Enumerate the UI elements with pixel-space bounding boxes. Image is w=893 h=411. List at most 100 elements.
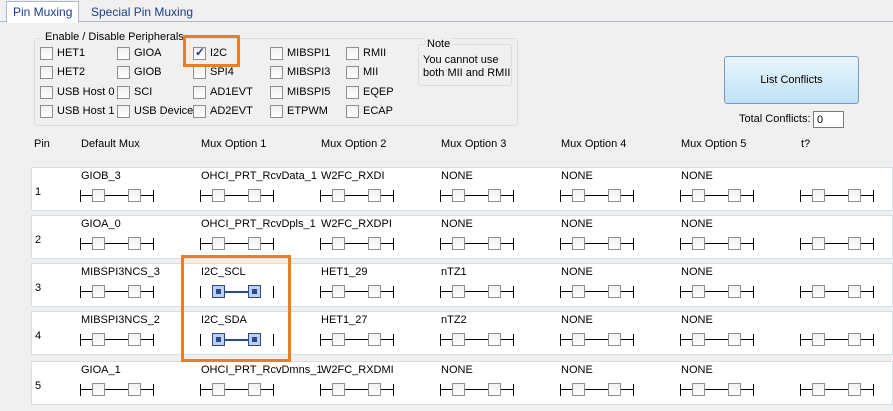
checkbox-usb-host-1[interactable]: USB Host 1 — [40, 103, 114, 119]
switch-checkbox-left[interactable] — [452, 333, 465, 346]
checkbox-sci[interactable]: SCI — [117, 84, 152, 100]
checkbox-box[interactable] — [193, 104, 206, 118]
switch-checkbox-right[interactable] — [608, 285, 621, 298]
switch-checkbox-left[interactable] — [332, 237, 345, 250]
switch-checkbox-right[interactable] — [848, 285, 861, 298]
checkbox-box[interactable] — [40, 46, 53, 60]
switch-checkbox-right[interactable] — [608, 189, 621, 202]
switch-checkbox-left[interactable] — [572, 237, 585, 250]
mux-switch[interactable] — [800, 332, 874, 348]
switch-checkbox-right[interactable] — [248, 333, 261, 346]
mux-switch[interactable] — [440, 188, 514, 204]
mux-switch[interactable] — [320, 382, 394, 398]
checkbox-box[interactable] — [117, 46, 130, 60]
switch-checkbox-left[interactable] — [692, 333, 705, 346]
switch-checkbox-right[interactable] — [128, 333, 141, 346]
switch-checkbox-left[interactable] — [332, 189, 345, 202]
mux-switch[interactable] — [80, 188, 154, 204]
switch-checkbox-right[interactable] — [848, 333, 861, 346]
mux-switch[interactable] — [200, 188, 274, 204]
checkbox-box[interactable] — [270, 104, 283, 118]
tab-special-pin-muxing[interactable]: Special Pin Muxing — [84, 1, 200, 22]
mux-switch[interactable] — [680, 284, 754, 300]
checkbox-i2c[interactable]: I2C — [193, 45, 227, 61]
switch-checkbox-right[interactable] — [368, 333, 381, 346]
switch-checkbox-left[interactable] — [692, 383, 705, 396]
mux-switch[interactable] — [320, 188, 394, 204]
switch-checkbox-left[interactable] — [572, 383, 585, 396]
mux-switch[interactable] — [440, 284, 514, 300]
checkbox-box[interactable] — [40, 104, 53, 118]
checkbox-box[interactable] — [117, 85, 130, 99]
mux-switch[interactable] — [200, 236, 274, 252]
mux-switch[interactable] — [320, 236, 394, 252]
switch-checkbox-left[interactable] — [572, 285, 585, 298]
checkbox-eqep[interactable]: EQEP — [346, 84, 394, 100]
mux-switch[interactable] — [80, 332, 154, 348]
switch-checkbox-left[interactable] — [452, 383, 465, 396]
checkbox-mibspi5[interactable]: MIBSPI5 — [270, 84, 330, 100]
mux-switch[interactable] — [80, 382, 154, 398]
checkbox-het2[interactable]: HET2 — [40, 64, 85, 80]
mux-switch[interactable] — [800, 188, 874, 204]
mux-switch[interactable] — [800, 284, 874, 300]
switch-checkbox-right[interactable] — [728, 383, 741, 396]
switch-checkbox-left[interactable] — [812, 189, 825, 202]
switch-checkbox-right[interactable] — [128, 237, 141, 250]
switch-checkbox-right[interactable] — [488, 383, 501, 396]
checkbox-usb-host-0[interactable]: USB Host 0 — [40, 84, 114, 100]
mux-switch[interactable] — [560, 332, 634, 348]
switch-checkbox-right[interactable] — [368, 383, 381, 396]
checkbox-mii[interactable]: MII — [346, 64, 378, 80]
mux-switch[interactable] — [440, 236, 514, 252]
switch-checkbox-right[interactable] — [368, 189, 381, 202]
switch-checkbox-left[interactable] — [572, 189, 585, 202]
switch-checkbox-left[interactable] — [452, 189, 465, 202]
switch-checkbox-left[interactable] — [92, 189, 105, 202]
switch-checkbox-left[interactable] — [212, 189, 225, 202]
checkbox-box[interactable] — [270, 46, 283, 60]
switch-checkbox-left[interactable] — [212, 333, 225, 346]
checkbox-giob[interactable]: GIOB — [117, 64, 162, 80]
switch-checkbox-right[interactable] — [608, 237, 621, 250]
checkbox-ad1evt[interactable]: AD1EVT — [193, 84, 253, 100]
switch-checkbox-left[interactable] — [692, 189, 705, 202]
tab-pin-muxing[interactable]: Pin Muxing — [6, 1, 80, 23]
switch-checkbox-left[interactable] — [92, 383, 105, 396]
mux-switch[interactable] — [560, 382, 634, 398]
switch-checkbox-right[interactable] — [728, 333, 741, 346]
mux-switch[interactable] — [440, 382, 514, 398]
switch-checkbox-left[interactable] — [92, 285, 105, 298]
switch-checkbox-right[interactable] — [488, 237, 501, 250]
switch-checkbox-left[interactable] — [812, 383, 825, 396]
switch-checkbox-right[interactable] — [248, 189, 261, 202]
checkbox-box[interactable] — [193, 85, 206, 99]
switch-checkbox-right[interactable] — [848, 237, 861, 250]
mux-switch[interactable] — [80, 284, 154, 300]
checkbox-box[interactable] — [40, 65, 53, 79]
mux-switch[interactable] — [800, 382, 874, 398]
checkbox-box[interactable] — [346, 46, 359, 60]
checkbox-mibspi3[interactable]: MIBSPI3 — [270, 64, 330, 80]
checkbox-box[interactable] — [270, 65, 283, 79]
switch-checkbox-right[interactable] — [128, 383, 141, 396]
list-conflicts-button[interactable]: List Conflicts — [724, 56, 859, 104]
switch-checkbox-right[interactable] — [488, 189, 501, 202]
switch-checkbox-right[interactable] — [248, 383, 261, 396]
checkbox-box[interactable] — [346, 65, 359, 79]
checkbox-box[interactable] — [193, 45, 206, 60]
checkbox-mibspi1[interactable]: MIBSPI1 — [270, 45, 330, 61]
switch-checkbox-right[interactable] — [128, 285, 141, 298]
mux-switch[interactable] — [680, 332, 754, 348]
switch-checkbox-left[interactable] — [452, 237, 465, 250]
switch-checkbox-right[interactable] — [368, 285, 381, 298]
mux-switch-connected[interactable] — [200, 284, 274, 300]
switch-checkbox-right[interactable] — [128, 189, 141, 202]
checkbox-ecap[interactable]: ECAP — [346, 103, 393, 119]
switch-checkbox-left[interactable] — [212, 237, 225, 250]
switch-checkbox-right[interactable] — [248, 285, 261, 298]
switch-checkbox-left[interactable] — [332, 285, 345, 298]
mux-switch[interactable] — [80, 236, 154, 252]
mux-switch[interactable] — [320, 284, 394, 300]
switch-checkbox-right[interactable] — [728, 285, 741, 298]
